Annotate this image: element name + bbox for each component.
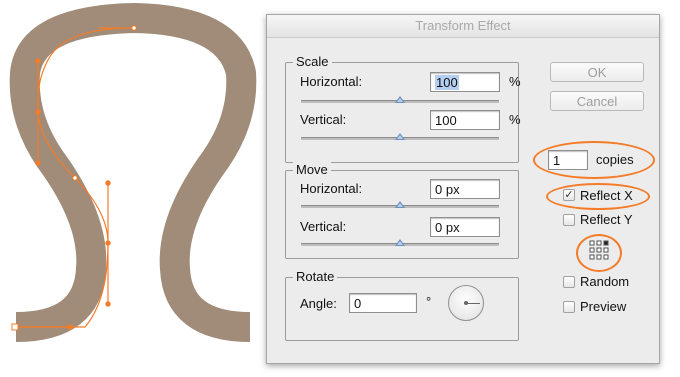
scale-horizontal-unit: % <box>509 74 521 89</box>
reflect-y-label[interactable]: Reflect Y <box>580 212 633 227</box>
move-vertical-label: Vertical: <box>300 219 347 234</box>
scale-vertical-unit: % <box>509 112 521 127</box>
move-horizontal-slider-thumb[interactable] <box>395 201 405 208</box>
dialog-title[interactable]: Transform Effect <box>267 15 659 38</box>
scale-vertical-input[interactable]: 100 <box>430 110 500 130</box>
rotate-degree-symbol: ° <box>426 294 432 309</box>
move-horizontal-input[interactable]: 0 px <box>430 179 500 199</box>
reflect-x-checkbox[interactable]: ✓ <box>563 189 575 201</box>
copies-input[interactable]: 1 <box>548 150 588 170</box>
reference-point-locator-icon[interactable] <box>589 240 609 260</box>
cancel-button[interactable]: Cancel <box>550 91 644 111</box>
ok-button[interactable]: OK <box>550 62 644 82</box>
artwork-canvas[interactable] <box>0 0 266 377</box>
scale-horizontal-input[interactable]: 100 <box>430 72 500 92</box>
random-checkbox[interactable] <box>563 276 575 288</box>
move-vertical-input[interactable]: 0 px <box>430 217 500 237</box>
scale-vertical-slider-thumb[interactable] <box>395 133 405 140</box>
rotate-angle-dial[interactable] <box>448 285 484 321</box>
dial-center <box>464 301 468 305</box>
reflect-y-checkbox[interactable] <box>563 214 575 226</box>
copies-label: copies <box>596 152 634 167</box>
brown-curve-shape <box>9 2 257 342</box>
move-group-title: Move <box>293 162 331 177</box>
scale-vertical-label: Vertical: <box>300 112 347 127</box>
move-vertical-slider-thumb[interactable] <box>395 239 405 246</box>
rotate-group-title: Rotate <box>293 269 338 284</box>
scale-horizontal-value: 100 <box>435 75 459 90</box>
transform-effect-dialog: Transform Effect Scale Horizontal: 100 %… <box>266 14 660 364</box>
dial-hand <box>466 303 480 304</box>
preview-label[interactable]: Preview <box>580 299 626 314</box>
reflect-x-label[interactable]: Reflect X <box>580 188 633 203</box>
preview-checkbox[interactable] <box>563 301 575 313</box>
random-label[interactable]: Random <box>580 274 629 289</box>
scale-group-title: Scale <box>293 54 332 69</box>
rotate-angle-label: Angle: <box>300 296 337 311</box>
scale-horizontal-slider-thumb[interactable] <box>395 96 405 103</box>
rotate-angle-input[interactable]: 0 <box>349 293 417 313</box>
move-horizontal-label: Horizontal: <box>300 181 363 196</box>
scale-horizontal-label: Horizontal: <box>300 74 363 89</box>
